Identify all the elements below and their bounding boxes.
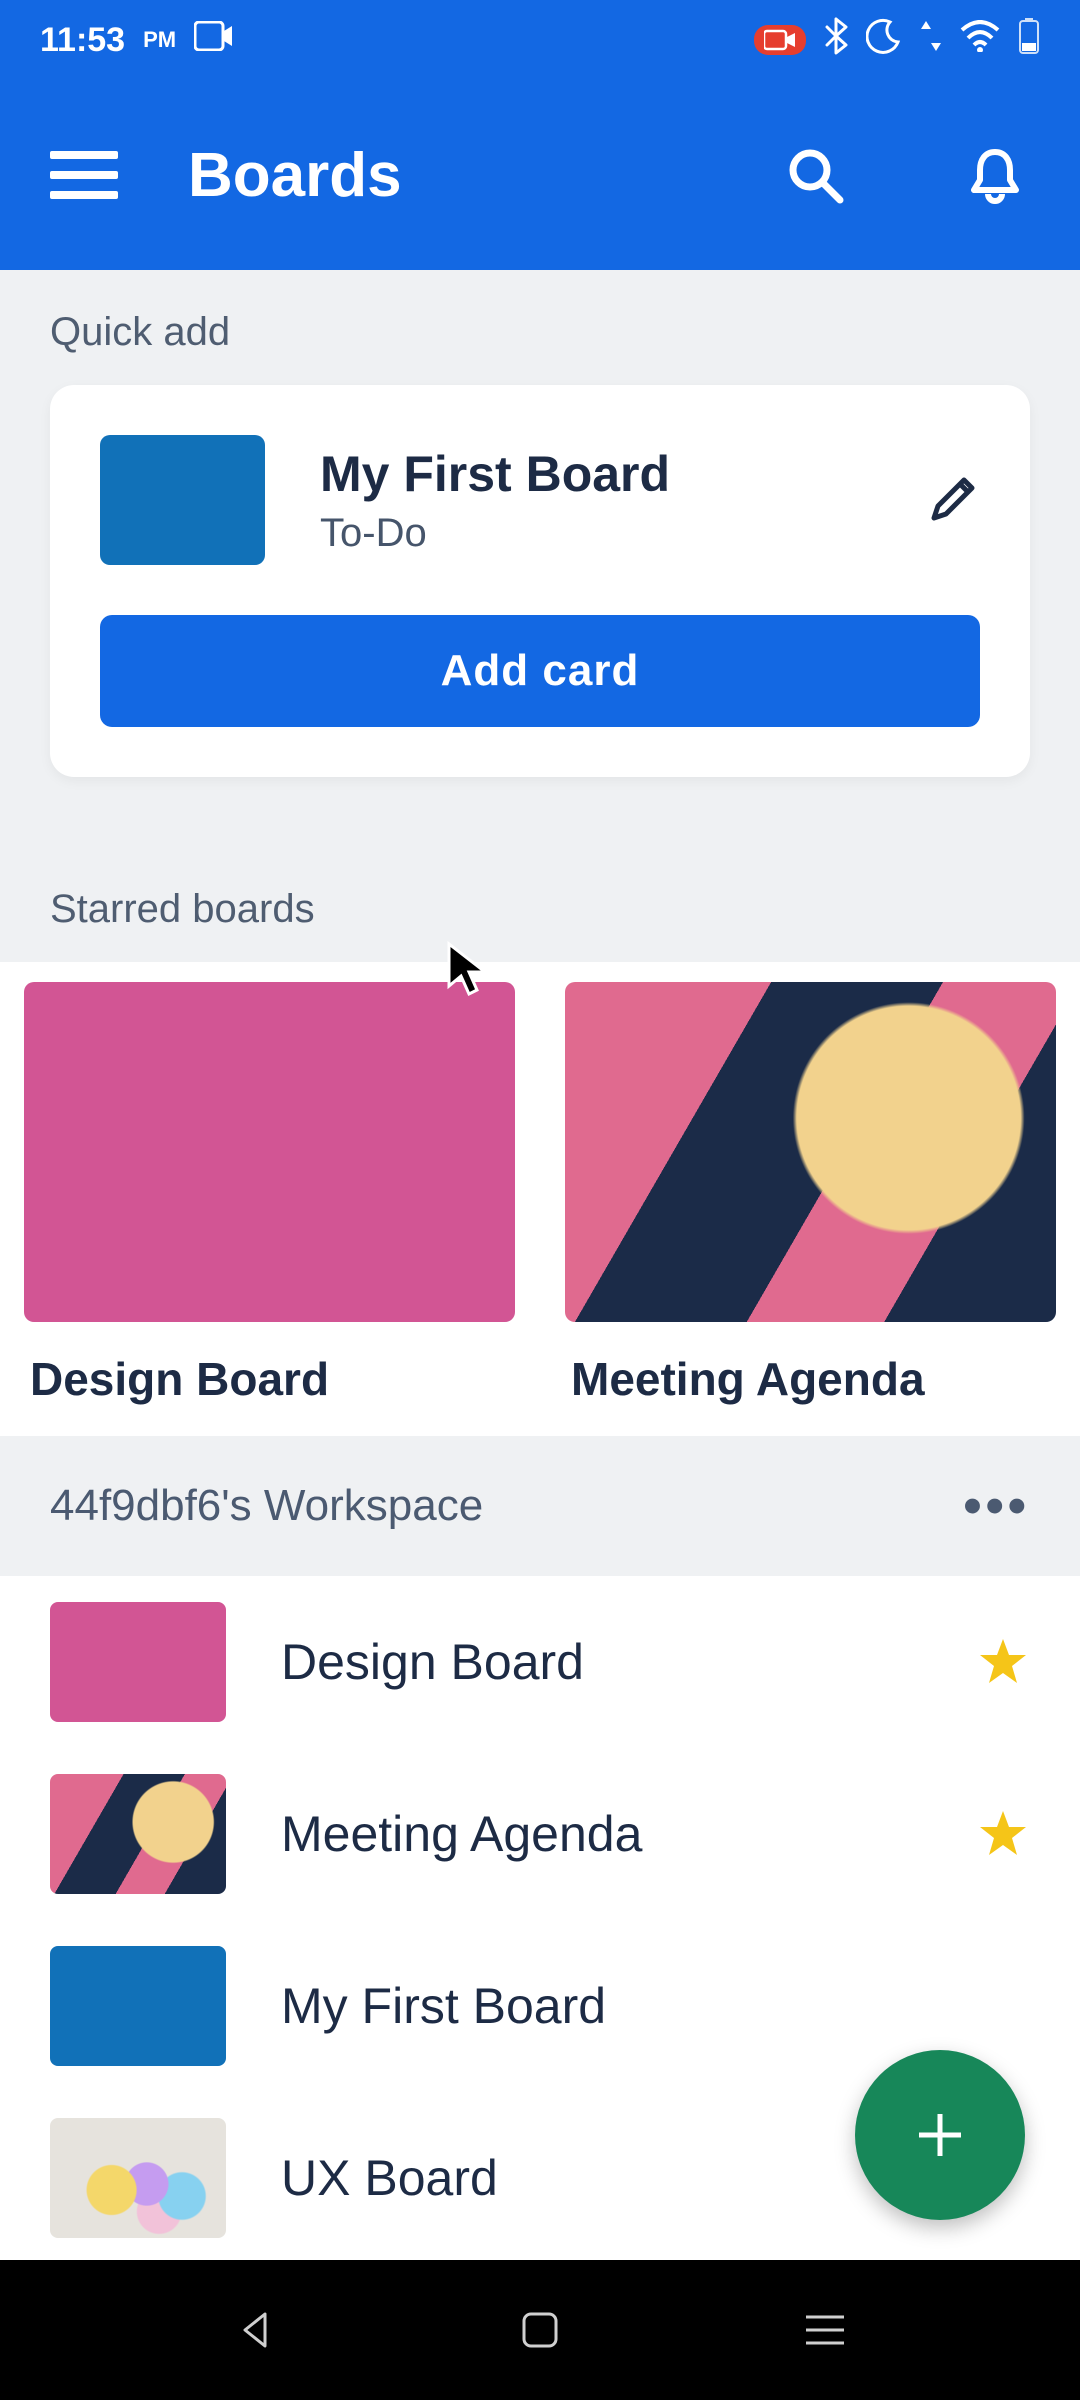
starred-board-title: Design Board — [24, 1322, 515, 1436]
quick-add-card: My First Board To-Do Add card — [50, 385, 1030, 777]
board-title: Design Board — [281, 1633, 921, 1691]
starred-board-card[interactable]: Design Board — [24, 982, 515, 1436]
dnd-moon-icon — [866, 18, 902, 63]
starred-boards-strip[interactable]: Design Board Meeting Agenda — [0, 962, 1080, 1436]
bluetooth-icon — [824, 17, 848, 64]
system-nav-bar — [0, 2260, 1080, 2400]
board-thumb — [50, 1946, 226, 2066]
create-fab[interactable] — [855, 2050, 1025, 2220]
board-title: Meeting Agenda — [281, 1805, 921, 1863]
screencast-icon — [194, 21, 234, 60]
board-thumb — [50, 2118, 226, 2238]
status-ampm: PM — [143, 27, 176, 53]
add-card-button[interactable]: Add card — [100, 615, 980, 727]
recents-button[interactable] — [795, 2300, 855, 2360]
star-icon[interactable] — [976, 1635, 1030, 1689]
notifications-button[interactable] — [960, 140, 1030, 210]
cursor-icon — [445, 940, 495, 1005]
quick-add-label: Quick add — [0, 270, 1080, 385]
quick-add-board-title: My First Board — [320, 445, 869, 503]
board-row[interactable]: Meeting Agenda — [0, 1748, 1080, 1920]
menu-button[interactable] — [50, 151, 118, 199]
quick-add-info: My First Board To-Do — [320, 445, 869, 556]
starred-boards-label: Starred boards — [0, 847, 1080, 962]
starred-board-card[interactable]: Meeting Agenda — [565, 982, 1056, 1436]
board-thumb — [50, 1774, 226, 1894]
battery-icon — [1018, 17, 1040, 64]
workspace-header[interactable]: 44f9dbf6's Workspace ••• — [0, 1436, 1080, 1576]
status-time: 11:53 — [40, 21, 125, 60]
data-icon — [920, 19, 942, 62]
workspace-name: 44f9dbf6's Workspace — [50, 1481, 483, 1531]
status-right — [754, 17, 1040, 64]
recording-badge-icon — [754, 25, 806, 55]
quick-add-board-row[interactable]: My First Board To-Do — [100, 435, 980, 565]
back-button[interactable] — [225, 2300, 285, 2360]
home-button[interactable] — [510, 2300, 570, 2360]
star-icon[interactable] — [976, 1807, 1030, 1861]
wifi-icon — [960, 20, 1000, 61]
edit-button[interactable] — [924, 472, 980, 528]
workspace-menu-button[interactable]: ••• — [963, 1476, 1030, 1536]
board-title: My First Board — [281, 1977, 1030, 2035]
starred-board-thumb — [24, 982, 515, 1322]
board-thumb — [50, 1602, 226, 1722]
app-bar: Boards — [0, 80, 1080, 270]
quick-add-board-thumb — [100, 435, 265, 565]
starred-board-title: Meeting Agenda — [565, 1322, 1056, 1436]
board-row[interactable]: Design Board — [0, 1576, 1080, 1748]
status-bar: 11:53 PM — [0, 0, 1080, 80]
page-title: Boards — [188, 140, 710, 211]
status-left: 11:53 PM — [40, 21, 234, 60]
search-button[interactable] — [780, 140, 850, 210]
starred-board-thumb — [565, 982, 1056, 1322]
quick-add-list-name: To-Do — [320, 511, 869, 556]
